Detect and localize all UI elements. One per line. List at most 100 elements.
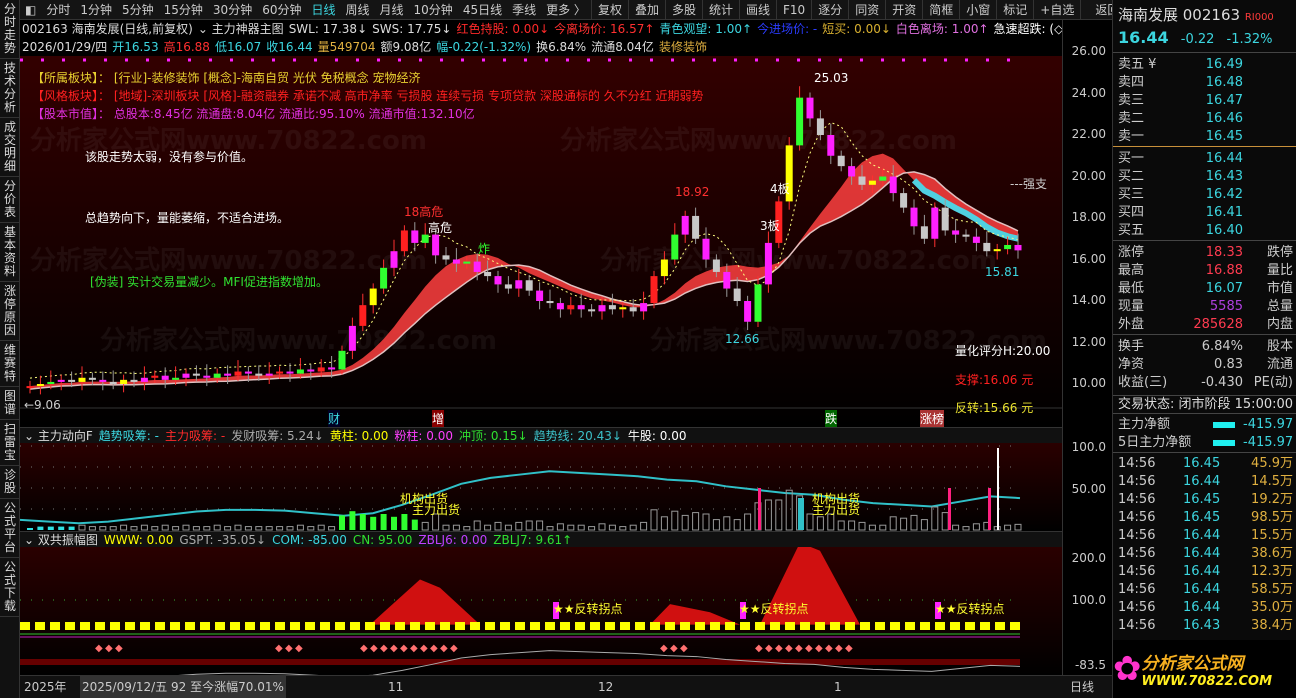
toolbar-button[interactable]: 简框 bbox=[922, 0, 959, 20]
bid-row: 买四 16.41 bbox=[1113, 204, 1296, 222]
period-tab[interactable]: 30分钟 bbox=[208, 1, 257, 18]
price-axis: 26.00 24.00 22.00 20.00 18.00 16.00 14.00 12.00… bbox=[1062, 20, 1112, 427]
toolbar-button[interactable]: 复权 bbox=[590, 0, 628, 20]
toolbar-button[interactable]: 小窗 bbox=[959, 0, 996, 20]
flow-row-cell: 主力净额 bbox=[1118, 417, 1171, 432]
indicator-name[interactable]: ⌄ 双共振幅图 bbox=[24, 533, 98, 547]
indicator-value: 今离场价: 16.57↑ bbox=[554, 22, 655, 36]
left-tab[interactable]: 基本资料 bbox=[0, 223, 20, 282]
volume-bar bbox=[109, 526, 117, 531]
left-tab[interactable]: 分时走势 bbox=[0, 0, 20, 59]
left-tab[interactable]: 公式下载 bbox=[0, 558, 20, 617]
candle-body bbox=[57, 379, 65, 382]
tick-row-cell: 16.45 bbox=[1183, 492, 1221, 507]
volume-bar bbox=[920, 519, 928, 531]
period-tab[interactable]: 15分钟 bbox=[159, 1, 208, 18]
candle-body bbox=[796, 97, 804, 146]
left-tab[interactable]: 扫雷宝 bbox=[0, 420, 20, 466]
volume-bar bbox=[244, 526, 252, 531]
flow-bar bbox=[1213, 440, 1235, 446]
indicator1-chart[interactable] bbox=[20, 443, 1062, 531]
period-tab[interactable]: 日线 bbox=[306, 1, 340, 18]
toolbar-button[interactable]: 叠加 bbox=[627, 0, 665, 20]
toolbar-button[interactable]: 画线 bbox=[739, 0, 776, 20]
diamond-marker: ◆ bbox=[410, 643, 418, 654]
indicator2-header: ⌄ 双共振幅图 WWW: 0.00 GSPT: -35.05↓ COM: -85.00… bbox=[20, 531, 1062, 547]
toolbar-button[interactable]: F10 bbox=[776, 0, 811, 20]
period-tab[interactable]: 季线 bbox=[507, 1, 541, 18]
bid-row-cell: 买四 bbox=[1118, 205, 1145, 220]
period-tab[interactable]: 周线 bbox=[341, 1, 375, 18]
tick-row-cell: 14:56 bbox=[1118, 528, 1156, 543]
tick-row-cell: 14:56 bbox=[1118, 474, 1156, 489]
volume-bar bbox=[671, 510, 679, 531]
yellow-block bbox=[620, 622, 630, 630]
volume-bar bbox=[733, 519, 741, 531]
toolbar-button[interactable]: 多股 bbox=[664, 0, 702, 20]
period-tab[interactable]: 60分钟 bbox=[257, 1, 306, 18]
candle-body bbox=[359, 305, 367, 326]
price-tick: 18.00 bbox=[1071, 210, 1106, 224]
yellow-block bbox=[140, 622, 150, 630]
toolbar-button[interactable]: 同资 bbox=[848, 0, 885, 20]
period-tab[interactable]: 10分钟 bbox=[409, 1, 458, 18]
toolbar-button[interactable]: 开资 bbox=[885, 0, 922, 20]
ask-book: 卖五 ¥ 16.49 卖四 16.48 卖三 16.47 卖二 16.46 卖一 16.45 bbox=[1113, 52, 1296, 146]
bid-row-cell: 买三 bbox=[1118, 187, 1145, 202]
flow-value: -415.97 bbox=[1243, 435, 1294, 450]
toolbar-button[interactable]: +自选 bbox=[1033, 0, 1080, 20]
period-tab[interactable]: 月线 bbox=[375, 1, 409, 18]
volume-bar bbox=[442, 524, 450, 531]
site-logo: ✿ 分析家公式网 WWW.70822.COM bbox=[1113, 640, 1296, 698]
yellow-block bbox=[440, 622, 450, 630]
period-tab[interactable]: 45日线 bbox=[458, 1, 507, 18]
indicator-value: SWS: 17.75↓ bbox=[372, 22, 452, 36]
layout-toggle-icon[interactable]: ◧ bbox=[20, 3, 41, 17]
left-tab[interactable]: 公式平台 bbox=[0, 499, 20, 558]
candle-body bbox=[754, 284, 762, 322]
volume-bar bbox=[484, 524, 492, 531]
left-tab[interactable]: 技术分析 bbox=[0, 59, 20, 118]
candle-body bbox=[556, 303, 564, 310]
candle-body bbox=[244, 371, 252, 374]
left-tab[interactable]: 图谱 bbox=[0, 387, 20, 420]
diamond-marker: ◆ bbox=[795, 643, 803, 654]
tick-row-cell: 35.0万 bbox=[1251, 600, 1293, 615]
period-tab[interactable]: 更多 〉 bbox=[541, 1, 591, 18]
left-tab[interactable]: 维赛特 bbox=[0, 341, 20, 387]
stat-row-cell: PE(动) bbox=[1253, 375, 1293, 390]
yellow-block bbox=[350, 622, 360, 630]
volume-bar bbox=[391, 516, 397, 530]
candle-body bbox=[484, 271, 492, 277]
volume-bar bbox=[785, 489, 793, 531]
stat-row-cell: 收益(三) bbox=[1118, 375, 1168, 390]
left-tab[interactable]: 涨停原因 bbox=[0, 282, 20, 341]
toolbar-button[interactable]: 标记 bbox=[996, 0, 1033, 20]
stat-row-cell: 外盘 bbox=[1118, 317, 1145, 332]
indicator2-chart[interactable]: ◆ ◆ ◆ ◆ ◆ ◆ ◆ ◆ ◆ ◆ ◆ ◆ ◆ ◆ ◆ ◆ ◆ ◆ ◆ ◆ ◆ ◆ ◆ ◆ ◆ ◆ ◆ ◆ ◆ bbox=[20, 547, 1062, 675]
left-tab[interactable]: 成交明细 bbox=[0, 118, 20, 177]
candle-body bbox=[130, 379, 138, 382]
ask-row: 卖一 16.45 bbox=[1113, 128, 1296, 146]
bid-row: 买一 16.44 bbox=[1113, 150, 1296, 168]
volume-bar bbox=[962, 526, 970, 531]
period-tab[interactable]: 5分钟 bbox=[117, 1, 159, 18]
trend-line bbox=[20, 470, 1021, 525]
month-label: 1 bbox=[834, 680, 842, 694]
candle-body bbox=[858, 176, 866, 185]
diamond-marker: ◆ bbox=[95, 643, 103, 654]
period-tab[interactable]: 1分钟 bbox=[75, 1, 117, 18]
toolbar-button[interactable]: 逐分 bbox=[811, 0, 848, 20]
tick-row: 14:56 16.43 38.4万 bbox=[1113, 617, 1296, 635]
candle-body bbox=[120, 379, 128, 384]
volume-bar bbox=[816, 516, 824, 531]
volume-bar bbox=[588, 526, 596, 531]
yellow-block bbox=[860, 622, 870, 630]
left-tab[interactable]: 诊股 bbox=[0, 466, 20, 499]
indicator-name[interactable]: ⌄ 主力动向F bbox=[24, 429, 93, 443]
left-tab[interactable]: 分价表 bbox=[0, 177, 20, 223]
label-zha: 炸 bbox=[478, 242, 491, 256]
candle-body bbox=[411, 230, 419, 243]
period-tab[interactable]: 分时 bbox=[41, 1, 75, 18]
toolbar-button[interactable]: 统计 bbox=[701, 0, 739, 20]
